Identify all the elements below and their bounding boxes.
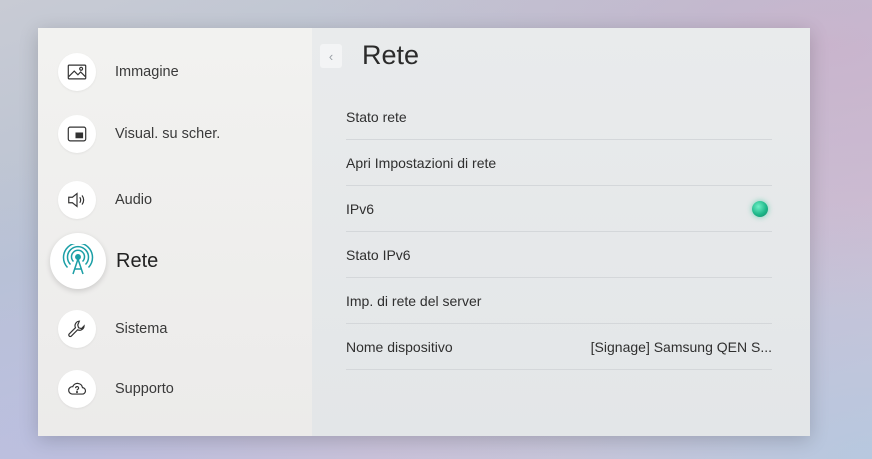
menu-item-apri-impostazioni-di-rete[interactable]: Apri Impostazioni di rete (346, 140, 772, 186)
device-name-value: [Signage] Samsung QEN S... (590, 338, 772, 355)
menu-item-nome-dispositivo[interactable]: Nome dispositivo [Signage] Samsung QEN S… (346, 324, 772, 370)
picture-icon (58, 53, 96, 91)
screen-display-icon (58, 115, 96, 153)
sidebar-item-rete[interactable]: Rete (50, 233, 159, 289)
sidebar: Immagine Visual. su scher. Audio Rete Si… (38, 28, 312, 436)
wrench-icon (58, 310, 96, 348)
menu-item-label: IPv6 (346, 200, 375, 217)
menu-item-stato-ipv6[interactable]: Stato IPv6 (346, 232, 772, 278)
sidebar-item-label: Supporto (115, 381, 174, 397)
sidebar-item-sistema[interactable]: Sistema (58, 304, 167, 354)
sidebar-item-label: Visual. su scher. (115, 126, 221, 142)
sidebar-item-label: Sistema (115, 321, 168, 337)
menu-item-label: Stato rete (346, 108, 407, 125)
page-title: Rete (362, 40, 420, 70)
network-settings-main: ‹ Rete Stato rete Apri Impostazioni di r… (312, 28, 810, 436)
sidebar-item-label: Audio (115, 192, 153, 208)
sidebar-item-immagine[interactable]: Immagine (58, 47, 179, 97)
sidebar-item-label: Rete (116, 249, 159, 272)
sidebar-item-label: Immagine (115, 64, 179, 80)
sidebar-item-supporto[interactable]: Supporto (58, 364, 174, 414)
speaker-icon (58, 181, 96, 219)
menu-item-label: Nome dispositivo (346, 338, 453, 355)
menu-item-stato-rete[interactable]: Stato rete (346, 94, 772, 140)
network-antenna-icon (50, 233, 106, 289)
ipv6-toggle-on-indicator[interactable] (752, 200, 768, 217)
menu-item-label: Apri Impostazioni di rete (346, 154, 497, 171)
menu-item-imp-di-rete-del-server[interactable]: Imp. di rete del server (346, 278, 772, 324)
menu-item-label: Stato IPv6 (346, 246, 411, 263)
back-button[interactable]: ‹ (320, 44, 342, 68)
sidebar-item-audio[interactable]: Audio (58, 175, 152, 225)
chevron-left-icon: ‹ (328, 48, 334, 64)
menu-item-ipv6[interactable]: IPv6 (346, 186, 772, 232)
menu-item-label: Imp. di rete del server (346, 292, 482, 309)
support-cloud-icon (58, 370, 96, 408)
settings-panel: Immagine Visual. su scher. Audio Rete Si… (38, 28, 810, 436)
sidebar-item-visual-su-scher[interactable]: Visual. su scher. (58, 109, 220, 159)
